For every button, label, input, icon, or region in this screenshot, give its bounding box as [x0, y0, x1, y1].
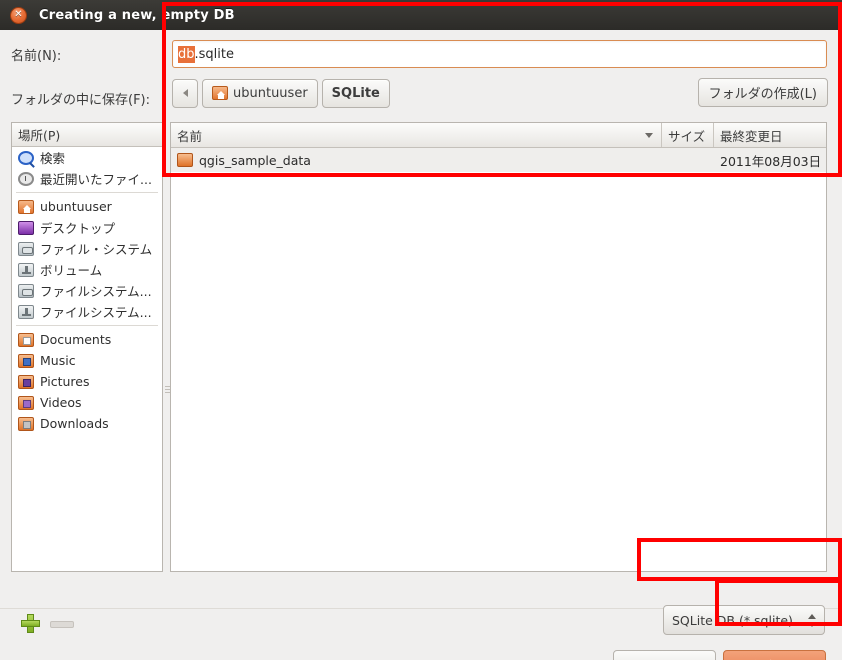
file-name-cell: qgis_sample_data [171, 153, 662, 168]
folder-icon [177, 153, 193, 167]
sidebar-item-volume[interactable]: ボリューム [12, 259, 162, 280]
sidebar-item-filesystem-2[interactable]: ファイルシステム... [12, 280, 162, 301]
pictures-folder-icon [18, 374, 34, 389]
cancel-button[interactable]: キャンセル(C) [613, 650, 716, 660]
sidebar-item-label: ボリューム [40, 263, 103, 278]
places-header: 場所(P) [12, 123, 162, 147]
videos-folder-icon [18, 395, 34, 410]
sidebar-item-label: 最近開いたファイ... [40, 172, 152, 187]
column-header-modified[interactable]: 最終変更日 [714, 123, 826, 147]
documents-folder-icon [18, 332, 34, 347]
path-button-ubuntuuser[interactable]: ubuntuuser [202, 78, 318, 108]
sidebar-item-label: Documents [40, 332, 112, 347]
sidebar-item-label: 検索 [40, 151, 66, 166]
sidebar-item-downloads[interactable]: Downloads [12, 413, 162, 434]
sidebar-item-videos[interactable]: Videos [12, 392, 162, 413]
table-row[interactable]: qgis_sample_data 2011年08月03日 [171, 148, 826, 172]
spinner-updown-icon [808, 613, 816, 627]
volume-icon [18, 262, 34, 277]
sidebar-item-desktop[interactable]: デスクトップ [12, 217, 162, 238]
harddisk-icon [18, 283, 34, 298]
harddisk-icon [18, 241, 34, 256]
column-header-name-label: 名前 [177, 128, 203, 144]
triangle-left-icon [182, 89, 188, 97]
filename-input[interactable]: db .sqlite [172, 40, 827, 68]
sidebar-divider [16, 325, 158, 326]
filename-remaining-text: .sqlite [194, 46, 234, 62]
sidebar-item-label: ubuntuuser [40, 199, 112, 214]
name-field-label: 名前(N): [11, 49, 62, 64]
file-name-label: qgis_sample_data [199, 152, 311, 168]
sidebar-item-filesystem-3[interactable]: ファイルシステム... [12, 301, 162, 322]
sidebar-item-label: デスクトップ [40, 221, 116, 236]
path-back-button[interactable] [172, 78, 198, 108]
sidebar-item-documents[interactable]: Documents [12, 329, 162, 350]
create-folder-button[interactable]: フォルダの作成(L) [697, 78, 828, 107]
file-type-filter-select[interactable]: SQLite DB (*.sqlite) [663, 605, 825, 635]
sidebar-item-label: ファイルシステム... [40, 305, 152, 320]
path-button-label: ubuntuuser [233, 85, 308, 101]
path-button-label: SQLite [331, 85, 380, 101]
close-icon[interactable]: ✕ [10, 6, 27, 24]
add-bookmark-button[interactable] [21, 614, 40, 633]
home-folder-icon [18, 199, 34, 214]
sidebar-item-search[interactable]: 検索 [12, 147, 162, 168]
file-list-header: 名前 サイズ 最終変更日 [171, 123, 826, 148]
sidebar-item-ubuntuuser[interactable]: ubuntuuser [12, 196, 162, 217]
home-folder-icon [212, 86, 228, 100]
remove-bookmark-button [50, 621, 74, 628]
places-sidebar: 場所(P) 検索 最近開いたファイ... ubuntuuser デスクトップ フ… [11, 122, 163, 572]
sidebar-item-filesystem[interactable]: ファイル・システム [12, 238, 162, 259]
path-button-sqlite[interactable]: SQLite [321, 78, 390, 108]
monitor-icon [18, 220, 34, 235]
downloads-folder-icon [18, 416, 34, 431]
sidebar-item-pictures[interactable]: Pictures [12, 371, 162, 392]
sidebar-item-label: Pictures [40, 374, 90, 389]
column-header-name[interactable]: 名前 [171, 123, 662, 147]
save-file-dialog: 名前(N): フォルダの中に保存(F): db .sqlite ubuntuuse… [0, 30, 842, 660]
filename-selected-text: db [178, 45, 195, 63]
volume-icon [18, 304, 34, 319]
sidebar-item-recent[interactable]: 最近開いたファイ... [12, 168, 162, 189]
folder-field-label: フォルダの中に保存(F): [11, 93, 151, 108]
save-button[interactable]: 保存(S) [723, 650, 826, 660]
sort-descending-icon [645, 132, 653, 138]
sidebar-item-label: Videos [40, 395, 82, 410]
file-modified-cell: 2011年08月03日 [720, 153, 822, 169]
path-bar: ubuntuuser SQLite [172, 78, 390, 108]
sidebar-item-label: ファイルシステム... [40, 284, 152, 299]
search-icon [18, 150, 34, 165]
title-bar: ✕ Creating a new, empty DB [0, 0, 842, 30]
column-header-size[interactable]: サイズ [662, 123, 714, 147]
music-folder-icon [18, 353, 34, 368]
window-title: Creating a new, empty DB [39, 7, 235, 23]
file-type-filter-value: SQLite DB (*.sqlite) [672, 612, 793, 628]
sidebar-divider [16, 192, 158, 193]
sidebar-item-label: ファイル・システム [40, 242, 153, 257]
sidebar-item-music[interactable]: Music [12, 350, 162, 371]
file-list: 名前 サイズ 最終変更日 qgis_sample_data 2011年08月03… [170, 122, 827, 572]
sidebar-item-label: Downloads [40, 416, 109, 431]
clock-icon [18, 171, 34, 186]
sidebar-item-label: Music [40, 353, 76, 368]
